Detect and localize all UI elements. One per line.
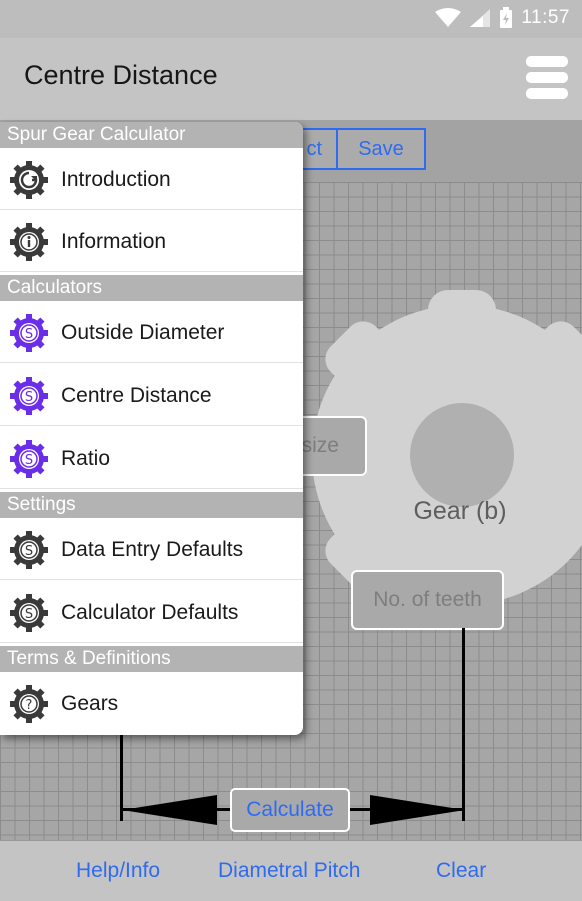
navigation-drawer: Spur Gear Calculator Introduction Inform… xyxy=(0,122,303,735)
right-dimension-line xyxy=(462,628,465,821)
section-header-calculators: Calculators xyxy=(0,275,303,301)
gear-b-label: Gear (b) xyxy=(413,497,507,525)
page-title: Centre Distance xyxy=(24,60,218,90)
wifi-icon xyxy=(435,8,462,27)
diametral-pitch-button[interactable]: Diametral Pitch xyxy=(218,859,360,883)
section-header-terms-definitions: Terms & Definitions xyxy=(0,646,303,672)
menu-item-label: Calculator Defaults xyxy=(61,601,239,624)
menu-item-data-entry-defaults[interactable]: S Data Entry Defaults xyxy=(0,518,303,580)
gear-question-icon: ? xyxy=(10,685,48,723)
hamburger-menu-icon[interactable] xyxy=(526,56,568,100)
menu-item-label: Outside Diameter xyxy=(61,321,225,344)
left-arrowhead xyxy=(122,795,217,825)
gear-s-icon: S xyxy=(10,377,48,415)
gear-s-icon: S xyxy=(10,531,48,569)
app-bar: Centre Distance xyxy=(0,38,582,120)
menu-item-ratio[interactable]: S Ratio xyxy=(0,427,303,489)
calculate-button[interactable]: Calculate xyxy=(230,788,350,832)
clear-button[interactable]: Clear xyxy=(436,859,486,883)
menu-item-label: Gears xyxy=(61,692,119,715)
size-field-placeholder: size xyxy=(301,434,339,457)
svg-text:?: ? xyxy=(26,698,33,713)
menu-item-gears[interactable]: ? Gears xyxy=(0,672,303,734)
menu-item-calculator-defaults[interactable]: S Calculator Defaults xyxy=(0,581,303,643)
svg-text:S: S xyxy=(25,607,33,622)
menu-item-label: Information xyxy=(61,230,167,253)
gear-arrow-icon xyxy=(10,161,48,199)
status-time: 11:57 xyxy=(521,7,570,28)
menu-item-label: Introduction xyxy=(61,168,171,191)
save-button-label: Save xyxy=(358,137,404,160)
bottom-bar: Help/Info Diametral Pitch Clear xyxy=(0,840,582,901)
battery-icon xyxy=(500,7,513,28)
menu-item-outside-diameter[interactable]: S Outside Diameter xyxy=(0,301,303,363)
section-header-settings: Settings xyxy=(0,492,303,518)
gear-s-icon: S xyxy=(10,440,48,478)
section-header-spur-gear-calculator: Spur Gear Calculator xyxy=(0,122,303,148)
right-arrowhead xyxy=(370,795,465,825)
teeth-field[interactable]: No. of teeth xyxy=(351,570,504,630)
teeth-field-placeholder: No. of teeth xyxy=(373,588,482,611)
signal-icon xyxy=(470,9,491,27)
svg-text:S: S xyxy=(25,327,33,342)
help-info-button[interactable]: Help/Info xyxy=(76,859,160,883)
menu-item-label: Data Entry Defaults xyxy=(61,538,244,561)
select-button-label: ct xyxy=(306,137,322,160)
calculate-button-label: Calculate xyxy=(246,798,334,821)
menu-item-label: Ratio xyxy=(61,447,111,470)
menu-item-centre-distance[interactable]: S Centre Distance xyxy=(0,364,303,426)
gear-s-icon: S xyxy=(10,314,48,352)
svg-text:S: S xyxy=(25,390,33,405)
menu-item-introduction[interactable]: Introduction xyxy=(0,148,303,210)
menu-item-information[interactable]: Information xyxy=(0,210,303,272)
gear-info-icon xyxy=(10,223,48,261)
svg-text:S: S xyxy=(25,453,33,468)
save-button[interactable]: Save xyxy=(336,128,426,170)
menu-item-label: Centre Distance xyxy=(61,384,212,407)
status-bar: 11:57 xyxy=(0,0,582,38)
svg-text:S: S xyxy=(25,544,33,559)
gear-s-icon: S xyxy=(10,594,48,632)
